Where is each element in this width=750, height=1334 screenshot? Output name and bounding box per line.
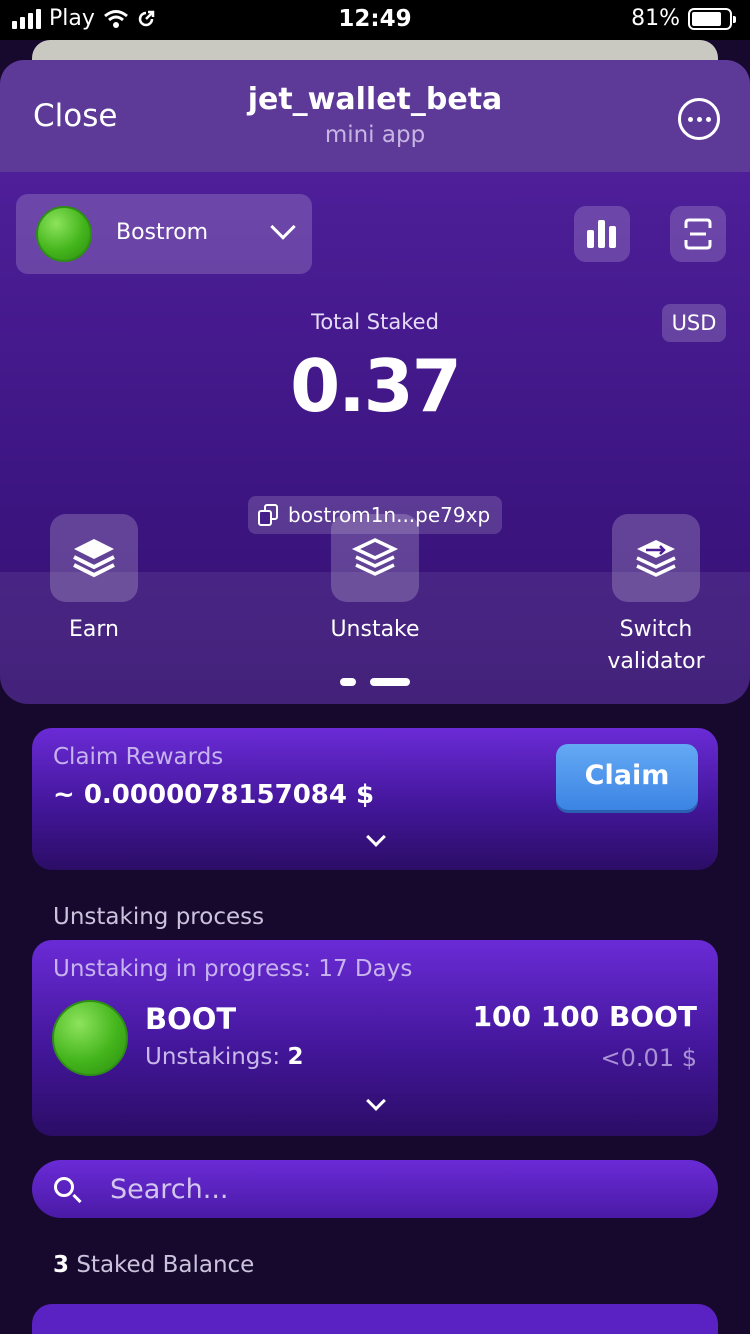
scan-icon xyxy=(684,218,712,250)
chevron-down-icon xyxy=(270,214,296,240)
mini-app-sheet: Close jet_wallet_beta mini app Bostrom U… xyxy=(0,60,750,1334)
app-title: jet_wallet_beta xyxy=(247,82,503,117)
search-input[interactable] xyxy=(110,1160,690,1218)
switch-layers-icon xyxy=(612,514,700,602)
app-subtitle: mini app xyxy=(324,122,426,148)
bostrom-logo-icon xyxy=(36,206,92,262)
token-amount: 100 100 BOOT xyxy=(472,1000,697,1033)
staked-item-card[interactable] xyxy=(32,1304,718,1334)
status-bar: Play 12:49 81% xyxy=(0,0,750,40)
total-staked-label: Total Staked xyxy=(311,310,439,334)
unstaking-card: Unstaking in progress: 17 Days BOOT Unst… xyxy=(32,940,718,1136)
page-indicator xyxy=(0,678,750,686)
scan-button[interactable] xyxy=(670,206,726,262)
unstakings-count: Unstakings: 2 xyxy=(145,1044,304,1070)
page-dot-active[interactable] xyxy=(370,678,410,686)
unstake-action[interactable]: Unstake xyxy=(295,514,455,646)
layers-icon xyxy=(50,514,138,602)
chevron-down-icon[interactable] xyxy=(366,1091,386,1111)
page-dot[interactable] xyxy=(340,678,356,686)
battery-icon xyxy=(688,7,736,30)
bar-chart-icon xyxy=(587,220,616,248)
layers-outline-icon xyxy=(331,514,419,602)
token-usd-value: <0.01 $ xyxy=(600,1044,697,1072)
unstaking-title: Unstaking in progress: 17 Days xyxy=(53,956,413,982)
claim-rewards-title: Claim Rewards xyxy=(53,744,224,770)
unstaking-section-label: Unstaking process xyxy=(53,904,265,930)
search-bar[interactable] xyxy=(32,1160,718,1218)
battery-percent: 81% xyxy=(631,6,680,31)
search-icon xyxy=(54,1177,74,1197)
chart-button[interactable] xyxy=(574,206,630,262)
app-header: Close jet_wallet_beta mini app xyxy=(0,60,750,172)
copy-icon xyxy=(258,504,278,526)
unstake-label: Unstake xyxy=(330,617,420,642)
token-name: BOOT xyxy=(145,1002,237,1036)
staked-balance-label: 3 Staked Balance xyxy=(53,1252,255,1278)
chevron-down-icon[interactable] xyxy=(366,827,386,847)
boot-token-icon xyxy=(52,1000,128,1076)
balance-panel: Bostrom USD Total Staked 0.37 bostrom1n.… xyxy=(0,172,750,704)
earn-action[interactable]: Earn xyxy=(14,514,174,646)
total-staked-value: 0.37 xyxy=(290,344,462,428)
switch-validator-label: Switch validator xyxy=(607,617,705,674)
network-selector[interactable]: Bostrom xyxy=(16,194,312,274)
claim-rewards-value: ~ 0.0000078157084 $ xyxy=(53,780,375,810)
earn-label: Earn xyxy=(69,617,119,642)
network-name: Bostrom xyxy=(116,220,209,245)
claim-button[interactable]: Claim xyxy=(556,744,698,810)
claim-rewards-card: Claim Rewards ~ 0.0000078157084 $ Claim xyxy=(32,728,718,870)
more-options-icon[interactable] xyxy=(678,98,720,140)
switch-validator-action[interactable]: Switch validator xyxy=(576,514,736,678)
